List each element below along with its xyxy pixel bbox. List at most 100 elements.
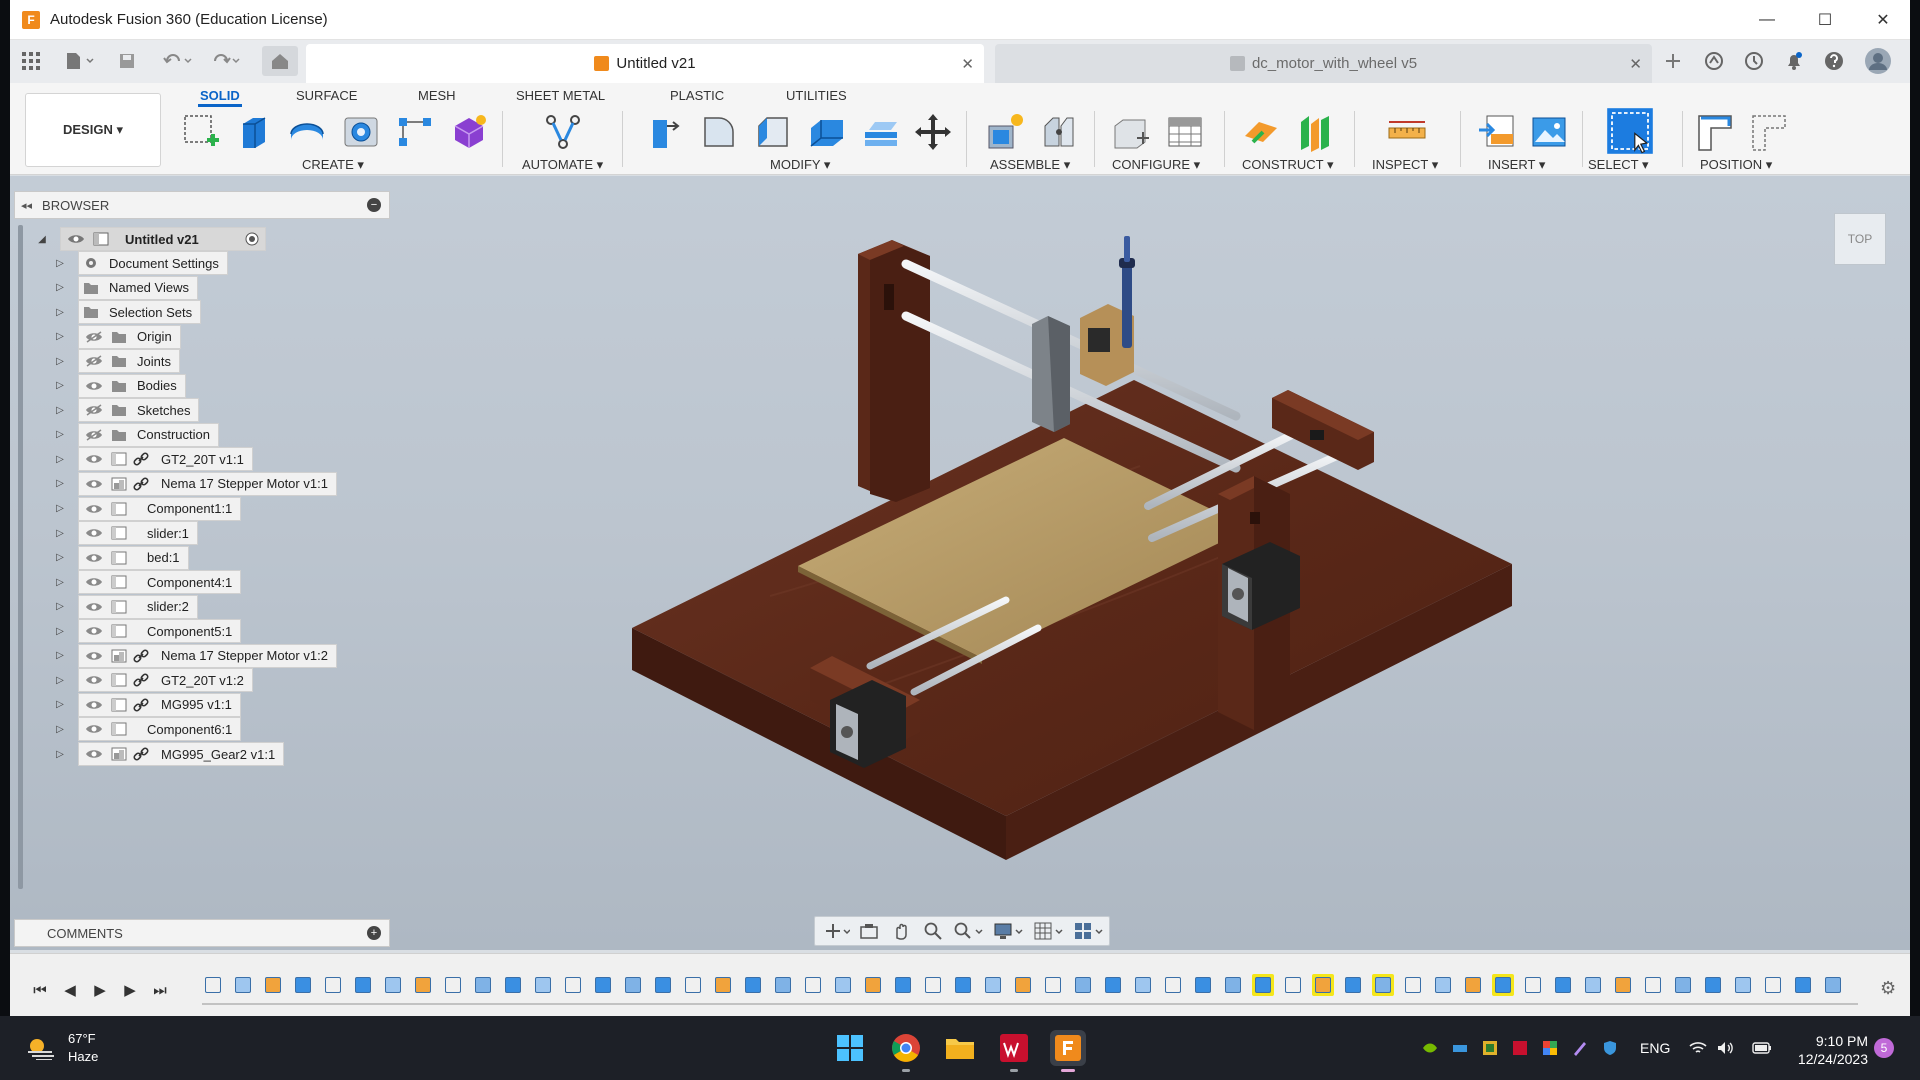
close-tab-icon[interactable]: ✕ <box>961 55 974 73</box>
comments-panel[interactable]: COMMENTS + <box>14 919 390 947</box>
joint-icon[interactable] <box>1038 111 1080 153</box>
group-insert[interactable]: INSERT ▾ <box>1488 157 1545 173</box>
expand-arrow-icon[interactable]: ▷ <box>54 619 66 643</box>
fit-zoom-icon[interactable] <box>949 918 989 944</box>
timeline-feature-icon[interactable] <box>1792 974 1814 996</box>
expand-arrow-icon[interactable]: ▷ <box>54 349 66 373</box>
timeline-feature-icon[interactable] <box>1192 974 1214 996</box>
expand-arrow-icon[interactable]: ▷ <box>54 717 66 741</box>
browser-node[interactable]: Component4:1 <box>78 570 242 595</box>
browser-node[interactable]: slider:1 <box>78 521 198 546</box>
fusion-360-taskbar-icon[interactable] <box>1050 1030 1086 1072</box>
timeline-step-forward-button[interactable]: ▶ <box>118 978 142 1002</box>
expand-arrow-icon[interactable]: ▷ <box>54 325 66 349</box>
timeline-feature-icon[interactable] <box>502 974 524 996</box>
display-settings-icon[interactable] <box>989 918 1029 944</box>
browser-node[interactable]: GT2_20T v1:2 <box>78 668 253 693</box>
revert-position-icon[interactable] <box>1748 111 1790 153</box>
visibility-eye-icon[interactable] <box>85 453 103 465</box>
tab-solid[interactable]: SOLID <box>198 85 242 107</box>
timeline-step-back-button[interactable]: ◀ <box>58 978 82 1002</box>
timeline-feature-icon[interactable] <box>1732 974 1754 996</box>
battery-icon[interactable] <box>1752 1038 1772 1058</box>
browser-node[interactable]: Component1:1 <box>78 496 242 521</box>
orbit-icon[interactable] <box>821 918 853 944</box>
wifi-icon[interactable] <box>1688 1038 1708 1058</box>
group-modify[interactable]: MODIFY ▾ <box>770 157 830 173</box>
timeline-feature-icon[interactable] <box>1642 974 1664 996</box>
collapse-arrow-icon[interactable]: ◢ <box>36 227 48 251</box>
insert-svg-icon[interactable] <box>1476 111 1518 153</box>
activate-radio-icon[interactable] <box>245 232 259 246</box>
visibility-eye-icon[interactable] <box>85 674 103 686</box>
timeline-feature-icon[interactable] <box>1102 974 1124 996</box>
browser-node[interactable]: Named Views <box>78 275 198 300</box>
home-icon[interactable] <box>262 46 298 76</box>
volume-icon[interactable] <box>1716 1038 1736 1058</box>
timeline-feature-icon[interactable] <box>1582 974 1604 996</box>
solidworks-tray-icon[interactable] <box>1510 1038 1530 1058</box>
browser-node[interactable]: Joints <box>78 349 180 374</box>
automate-icon[interactable] <box>542 111 584 153</box>
timeline-feature-icon[interactable] <box>652 974 674 996</box>
browser-node[interactable]: bed:1 <box>78 545 189 570</box>
timeline-feature-icon[interactable] <box>1282 974 1304 996</box>
job-status-icon[interactable] <box>1741 48 1767 74</box>
browser-node[interactable]: Document Settings <box>78 251 228 275</box>
visibility-eye-icon[interactable] <box>85 576 103 588</box>
browser-node[interactable]: Nema 17 Stepper Motor v1:1 <box>78 471 337 496</box>
browser-node[interactable]: MG995 v1:1 <box>78 692 241 717</box>
timeline-feature-icon[interactable] <box>982 974 1004 996</box>
expand-arrow-icon[interactable]: ▷ <box>54 276 66 300</box>
browser-node[interactable]: Selection Sets <box>78 300 202 325</box>
timeline-feature-icon[interactable] <box>742 974 764 996</box>
timeline-feature-icon[interactable] <box>862 974 884 996</box>
timeline-feature-icon[interactable] <box>712 974 734 996</box>
expand-arrow-icon[interactable]: ▷ <box>54 472 66 496</box>
solidworks-icon[interactable] <box>996 1030 1032 1072</box>
press-pull-icon[interactable] <box>644 111 686 153</box>
timeline-feature-icon[interactable] <box>1372 974 1394 996</box>
close-window-button[interactable]: ✕ <box>1854 0 1912 40</box>
grid-settings-icon[interactable] <box>1029 918 1069 944</box>
timeline-feature-icon[interactable] <box>1132 974 1154 996</box>
browser-header[interactable]: ◂◂ BROWSER − <box>14 191 390 219</box>
redo-icon[interactable] <box>206 48 246 74</box>
pan-hand-icon[interactable] <box>885 918 917 944</box>
visibility-eye-icon[interactable] <box>85 625 103 637</box>
timeline-feature-icon[interactable] <box>382 974 404 996</box>
timeline-feature-icon[interactable] <box>262 974 284 996</box>
chrome-icon[interactable] <box>888 1030 924 1072</box>
timeline-feature-icon[interactable] <box>562 974 584 996</box>
timeline-feature-icon[interactable] <box>1012 974 1034 996</box>
timeline-feature-icon[interactable] <box>1702 974 1724 996</box>
close-tab-icon[interactable]: ✕ <box>1629 55 1642 73</box>
visibility-eye-icon[interactable] <box>85 748 103 760</box>
timeline-feature-icon[interactable] <box>1162 974 1184 996</box>
browser-node[interactable]: Origin <box>78 324 181 349</box>
timeline-feature-icon[interactable] <box>892 974 914 996</box>
visibility-eye-icon[interactable] <box>85 650 103 662</box>
expand-arrow-icon[interactable]: ▷ <box>54 644 66 668</box>
expand-arrow-icon[interactable]: ▷ <box>54 300 66 324</box>
pen-tray-icon[interactable] <box>1570 1038 1590 1058</box>
timeline-go-start-button[interactable]: ⏮ <box>28 978 52 1002</box>
timeline-feature-icon[interactable] <box>1222 974 1244 996</box>
timeline-feature-icon[interactable] <box>292 974 314 996</box>
extensions-icon[interactable] <box>1701 48 1727 74</box>
visibility-eye-icon[interactable] <box>85 380 103 392</box>
pattern-icon[interactable] <box>394 111 436 153</box>
timeline-feature-icon[interactable] <box>1402 974 1424 996</box>
expand-arrow-icon[interactable]: ▷ <box>54 251 66 275</box>
hidden-eye-icon[interactable] <box>85 404 103 416</box>
expand-arrow-icon[interactable]: ▷ <box>54 668 66 692</box>
tab-dc-motor-with-wheel[interactable]: dc_motor_with_wheel v5 ✕ <box>995 44 1652 83</box>
shell-icon[interactable] <box>806 111 848 153</box>
viewcube[interactable]: TOP <box>1834 213 1886 265</box>
visibility-eye-icon[interactable] <box>85 478 103 490</box>
back-left-upright[interactable] <box>858 240 930 502</box>
browser-node[interactable]: MG995_Gear2 v1:1 <box>78 742 285 766</box>
expand-arrow-icon[interactable]: ▷ <box>54 497 66 521</box>
timeline-feature-icon[interactable] <box>1552 974 1574 996</box>
minimize-button[interactable]: — <box>1738 0 1796 40</box>
